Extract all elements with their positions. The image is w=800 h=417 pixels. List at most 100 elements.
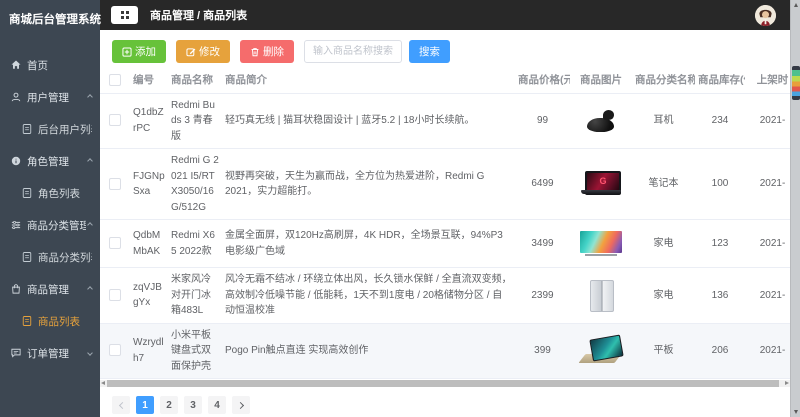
sidebar-item-order-management[interactable]: 订单管理 — [0, 337, 100, 369]
cell-date: 2021- — [745, 148, 790, 220]
cell-stock: 136 — [695, 267, 745, 324]
edit-button[interactable]: 修改 — [176, 40, 230, 63]
pagination-prev-button[interactable] — [112, 396, 130, 414]
pagination-page-1[interactable]: 1 — [136, 396, 154, 414]
pagination-page-4[interactable]: 4 — [208, 396, 226, 414]
table-row[interactable]: Q1dbZrPC Redmi Buds 3 青春版 轻巧真无线 | 猫耳状稳固设… — [100, 93, 790, 149]
row-checkbox[interactable] — [109, 177, 121, 190]
edit-button-label: 修改 — [199, 46, 220, 58]
product-image — [578, 336, 624, 366]
pagination-page-2[interactable]: 2 — [160, 396, 178, 414]
table-row[interactable]: QdbMMbAK Redmi X65 2022款 金属全面屏，双120Hz高刷屏… — [100, 219, 790, 268]
column-header-name: 商品名称 — [168, 67, 222, 94]
menu-collapse-button[interactable] — [111, 6, 138, 24]
column-header-desc: 商品简介 — [222, 67, 515, 94]
table-row-highlighted[interactable]: Wzrydlh7 小米平板 键盘式双面保护壳 Pogo Pin触点直连 实现高效… — [100, 323, 790, 379]
cell-stock: 234 — [695, 93, 745, 149]
cell-category: 家电 — [632, 219, 695, 268]
pagination: 1 2 3 4 — [112, 396, 790, 414]
chevron-down-icon — [87, 350, 93, 356]
search-input[interactable] — [304, 40, 402, 63]
cell-desc: Pogo Pin触点直连 实现高效创作 — [222, 323, 515, 379]
pagination-next-button[interactable] — [232, 396, 250, 414]
cell-category: 笔记本 — [632, 148, 695, 220]
cell-id: QdbMMbAK — [130, 219, 168, 268]
user-avatar[interactable] — [755, 4, 776, 26]
row-checkbox[interactable] — [109, 344, 121, 357]
select-all-checkbox[interactable] — [109, 73, 121, 86]
category-filter-icon — [10, 219, 22, 231]
cell-date: 2021- — [745, 219, 790, 268]
cell-price: 3499 — [515, 219, 570, 268]
scroll-right-icon[interactable] — [785, 381, 789, 385]
cell-name: Redmi G 2021 I5/RTX3050/16G/512G — [168, 148, 222, 220]
sidebar-item-role-management[interactable]: 角色管理 — [0, 145, 100, 177]
breadcrumb: 商品管理 / 商品列表 — [150, 10, 248, 22]
horizontal-scrollbar-thumb[interactable] — [107, 380, 779, 387]
add-button[interactable]: 添加 — [112, 40, 166, 63]
cell-date: 2021- — [745, 267, 790, 324]
shopping-bag-icon — [10, 283, 22, 295]
cell-category: 家电 — [632, 267, 695, 324]
edit-pencil-icon — [186, 47, 196, 56]
cell-date: 2021- — [745, 323, 790, 379]
pagination-page-3[interactable]: 3 — [184, 396, 202, 414]
chevron-left-icon — [118, 401, 126, 409]
document-icon — [21, 315, 33, 327]
user-icon — [10, 91, 22, 103]
sidebar-item-admin-user-list[interactable]: 后台用户列表 — [0, 113, 100, 145]
sidebar-item-product-list[interactable]: 商品列表 — [0, 305, 100, 337]
cell-stock: 123 — [695, 219, 745, 268]
cell-stock: 206 — [695, 323, 745, 379]
cell-date: 2021- — [745, 93, 790, 149]
scroll-down-icon[interactable] — [793, 410, 798, 414]
search-button[interactable]: 搜索 — [409, 40, 450, 63]
cell-stock: 100 — [695, 148, 745, 220]
delete-button-label: 删除 — [263, 46, 284, 58]
vertical-scrollbar-thumb[interactable] — [792, 66, 800, 100]
cell-desc: 轻巧真无线 | 猫耳状稳固设计 | 蓝牙5.2 | 18小时长续航。 — [222, 93, 515, 149]
vertical-scrollbar[interactable] — [790, 0, 800, 417]
cell-id: Q1dbZrPC — [130, 93, 168, 149]
order-chat-icon — [10, 347, 22, 359]
sidebar-item-home[interactable]: 首页 — [0, 49, 100, 81]
sidebar-item-label: 首页 — [27, 59, 48, 72]
cell-price: 6499 — [515, 148, 570, 220]
sidebar-item-category-list[interactable]: 商品分类列表 — [0, 241, 100, 273]
scroll-left-icon[interactable] — [101, 381, 105, 385]
scroll-up-icon[interactable] — [793, 3, 798, 7]
row-checkbox[interactable] — [109, 237, 121, 250]
sidebar-item-category-management[interactable]: 商品分类管理 — [0, 209, 100, 241]
row-checkbox[interactable] — [109, 114, 121, 127]
column-header-category: 商品分类名称 — [632, 67, 695, 94]
sidebar-item-user-management[interactable]: 用户管理 — [0, 81, 100, 113]
chevron-up-icon — [87, 286, 93, 292]
sidebar-item-label: 用户管理 — [27, 91, 69, 104]
chevron-up-icon — [87, 94, 93, 100]
table-row[interactable]: FJGNpSxa Redmi G 2021 I5/RTX3050/16G/512… — [100, 148, 790, 220]
plus-square-icon — [122, 46, 132, 57]
delete-button[interactable]: 删除 — [240, 40, 294, 63]
main-content: 添加 修改 删除 搜索 编号 商品名称 商品简介 — [100, 30, 790, 417]
grid-icon — [120, 11, 129, 19]
table-row[interactable]: zqVJBgYx 米家风冷对开门冰箱483L 风冷无霜不结冰 / 环绕立体出风，… — [100, 267, 790, 324]
document-icon — [21, 187, 33, 199]
sidebar: 商城后台管理系统 首页 用户管理 后台用户列表 角色管理 角色列表 商品分类管理 — [0, 0, 101, 417]
column-header-image: 商品图片 — [570, 67, 632, 94]
add-button-label: 添加 — [135, 46, 156, 58]
cell-price: 2399 — [515, 267, 570, 324]
sidebar-item-label: 商品分类管理 — [27, 219, 86, 232]
horizontal-scrollbar[interactable] — [100, 380, 790, 387]
cell-id: zqVJBgYx — [130, 267, 168, 324]
row-checkbox[interactable] — [109, 288, 121, 301]
cell-id: FJGNpSxa — [130, 148, 168, 220]
cell-id: Wzrydlh7 — [130, 323, 168, 379]
table-header-row: 编号 商品名称 商品简介 商品价格(元) 商品图片 商品分类名称 商品库存(件)… — [100, 67, 790, 94]
document-icon — [21, 123, 33, 135]
product-image — [589, 279, 614, 313]
sidebar-item-product-management[interactable]: 商品管理 — [0, 273, 100, 305]
sidebar-item-label: 商品分类列表 — [38, 251, 92, 264]
cell-desc: 风冷无霜不结冰 / 环绕立体出风，长久锁水保鲜 / 全直流双变频，高效制冷低噪节… — [222, 267, 515, 324]
sidebar-item-role-list[interactable]: 角色列表 — [0, 177, 100, 209]
sidebar-item-label: 商品管理 — [27, 283, 69, 296]
